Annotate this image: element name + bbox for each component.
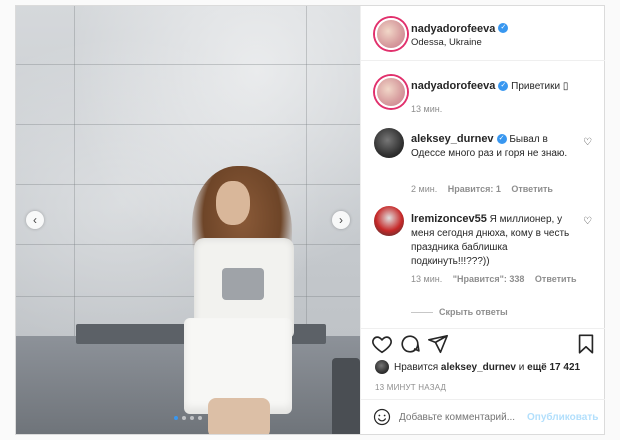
liker-avatar[interactable]: [375, 360, 389, 374]
caption-time[interactable]: 13 мин.: [411, 104, 442, 114]
trash-bin: [332, 358, 360, 434]
post-photo[interactable]: ‹ ›: [16, 6, 360, 434]
verified-badge-icon: ✓: [498, 22, 509, 33]
carousel-indicator: [16, 416, 360, 420]
comment: aleksey_durnev ✓ Бывал в Одессе много раз…: [411, 132, 571, 161]
comment-icon[interactable]: [399, 333, 421, 355]
publish-button[interactable]: Опубликовать: [527, 412, 598, 423]
woman-face: [216, 181, 250, 225]
verified-badge-icon: ✓: [498, 81, 509, 92]
commenter-avatar[interactable]: [374, 128, 404, 158]
next-photo-button[interactable]: ›: [332, 211, 350, 229]
carousel-dot: [190, 416, 194, 420]
verified-badge-icon: ✓: [496, 134, 507, 145]
comment-input[interactable]: [399, 408, 527, 426]
comment-username[interactable]: lremizoncev55: [411, 213, 487, 225]
previous-photo-button[interactable]: ‹: [26, 211, 44, 229]
comment-username[interactable]: aleksey_durnev: [411, 133, 494, 145]
comment-meta: 2 мин. Нравится: 1 Ответить: [411, 184, 553, 194]
post-side-panel: nadyadorofeeva ✓ Odessa, Ukraine nadyador…: [360, 6, 605, 434]
chevron-left-icon: ‹: [33, 213, 37, 227]
caption-username[interactable]: nadyadorofeeva: [411, 80, 495, 92]
likes-summary: Нравится aleksey_durnev и ещё 17 421: [394, 362, 580, 373]
reply-button[interactable]: Ответить: [535, 274, 577, 284]
comment-like-icon[interactable]: ♡: [583, 216, 592, 227]
likes-prefix: Нравится: [394, 362, 439, 373]
carousel-dot: [198, 416, 202, 420]
comment-time[interactable]: 2 мин.: [411, 184, 437, 194]
heart-icon[interactable]: [371, 333, 393, 355]
divider-line: [411, 312, 433, 314]
comment-likes[interactable]: Нравится: 1: [448, 184, 501, 194]
liker-username[interactable]: aleksey_durnev: [441, 362, 516, 373]
comment-time[interactable]: 13 мин.: [411, 274, 442, 284]
post-actions: [361, 328, 605, 358]
add-comment-bar: Опубликовать: [361, 399, 605, 434]
post-timestamp[interactable]: 13 МИНУТ НАЗАД: [375, 383, 446, 392]
author-line: nadyadorofeeva ✓: [411, 19, 509, 37]
comment-meta: 13 мин. "Нравится": 338 Ответить: [411, 274, 577, 284]
hide-replies-toggle[interactable]: Скрыть ответы: [411, 307, 508, 317]
likes-middle: и: [518, 362, 525, 373]
emoji-icon[interactable]: [373, 408, 391, 426]
chevron-right-icon: ›: [339, 213, 343, 227]
comment-likes[interactable]: "Нравится": 338: [453, 274, 525, 284]
commenter-avatar[interactable]: [374, 206, 404, 236]
instagram-post: ‹ › nadyadorofeeva ✓ Odessa, Ukraine nady…: [15, 5, 605, 435]
post-header: nadyadorofeeva ✓ Odessa, Ukraine: [361, 6, 605, 61]
bookmark-icon[interactable]: [575, 333, 597, 355]
comment: lremizoncev55 Я миллионер, у меня сегодн…: [411, 212, 571, 269]
hide-replies-label[interactable]: Скрыть ответы: [439, 307, 508, 317]
reply-button[interactable]: Ответить: [511, 184, 553, 194]
grey-top: [222, 268, 264, 300]
caption-author-avatar[interactable]: [375, 76, 407, 108]
caption: nadyadorofeeva ✓ Приветики ▯: [411, 79, 596, 94]
likes-count[interactable]: ещё 17 421: [527, 362, 580, 373]
author-username[interactable]: nadyadorofeeva: [411, 23, 495, 35]
caption-text: Приветики ▯: [511, 81, 569, 92]
stone-wall: [16, 6, 360, 336]
carousel-dot: [182, 416, 186, 420]
post-location[interactable]: Odessa, Ukraine: [411, 37, 482, 48]
share-icon[interactable]: [427, 333, 449, 355]
author-avatar[interactable]: [375, 18, 407, 50]
carousel-dot: [174, 416, 178, 420]
comment-like-icon[interactable]: ♡: [583, 137, 592, 148]
